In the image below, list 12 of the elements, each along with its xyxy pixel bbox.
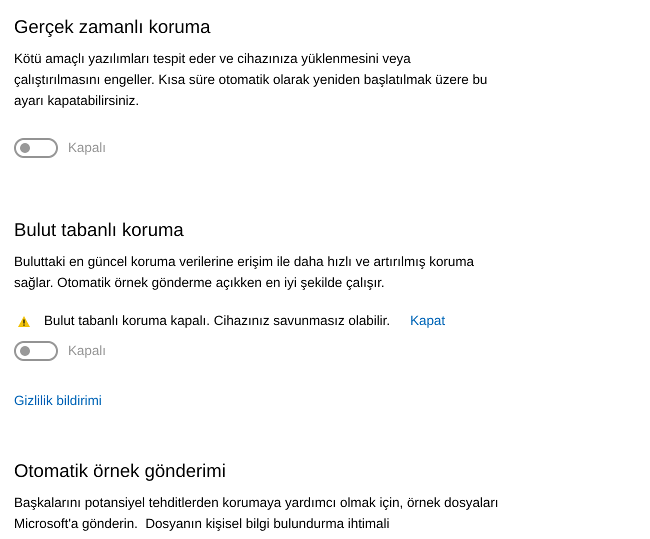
section-description: Başkalarını potansiyel tehditlerden korumaya yardımcı olmak için, örnek dosyaları Microsoft'a gönderin. Dosyanın kişisel bilgi bulundurma ihtimali: [14, 494, 499, 534]
warning-message: Bulut tabanlı koruma kapalı. Cihazınız savunmasız olabilir.: [44, 312, 390, 330]
privacy-link[interactable]: Gizlilik bildirimi: [14, 391, 102, 412]
warning-icon: [18, 316, 30, 327]
toggle-label: Kapalı: [68, 342, 106, 360]
section-description: Buluttaki en güncel koruma verilerine erişim ile daha hızlı ve artırılmış koruma sağlar. Otomatik örnek gönderme açıkken en iyi şekilde çalışır.: [14, 253, 475, 292]
section-title: Otomatik örnek gönderimi: [14, 459, 227, 484]
section-title: Gerçek zamanlı koruma: [14, 15, 212, 39]
section-description: Kötü amaçlı yazılımları tespit eder ve cihazınıza yüklenmesini veya çalıştırılmasını engeller. Kısa süre otomatik olarak yeniden başlatılmak üzere bu ayarı kapatabilirsiniz.: [14, 50, 488, 110]
section-title: Bulut tabanlı koruma: [14, 218, 185, 242]
dismiss-link[interactable]: Kapat: [410, 311, 446, 332]
toggle-label: Kapalı: [68, 139, 106, 157]
